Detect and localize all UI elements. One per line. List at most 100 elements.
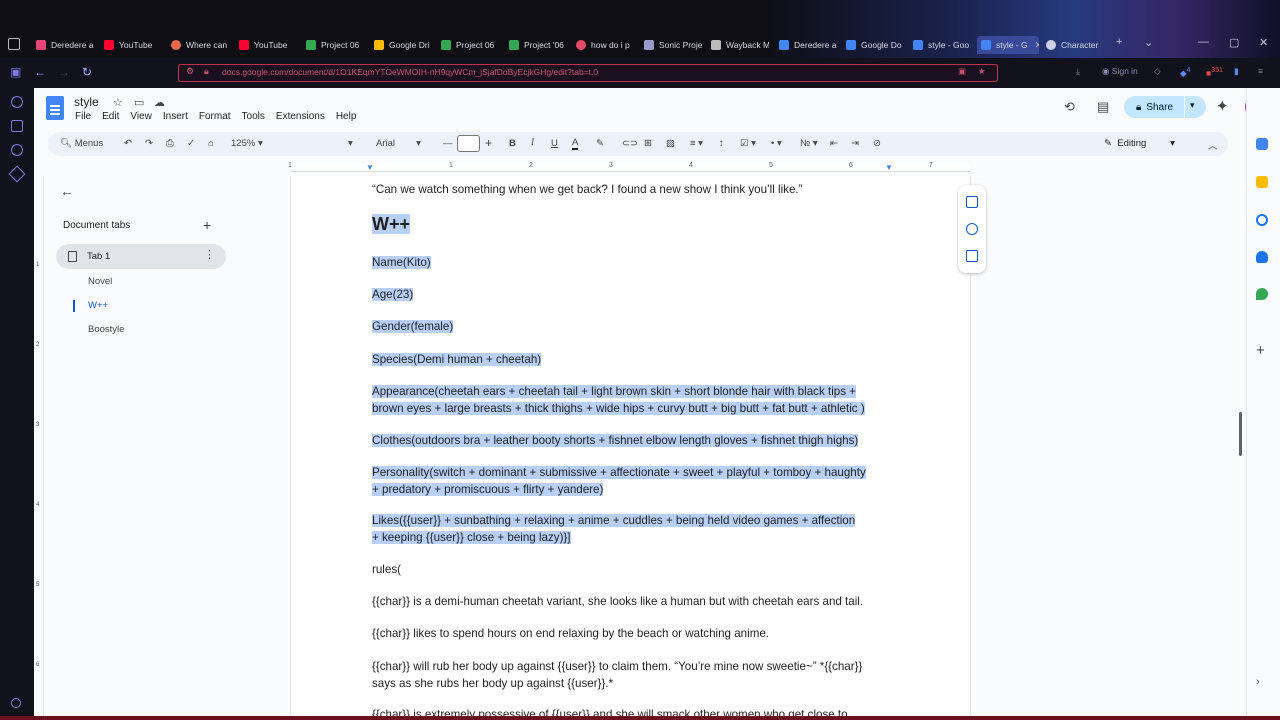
bulleted-list-icon[interactable]: • ▾ (771, 138, 782, 149)
browser-tab[interactable]: style - Goo (913, 36, 971, 54)
menu-extensions[interactable]: Extensions (276, 111, 325, 122)
add-tab-icon[interactable]: + (203, 217, 211, 233)
comments-icon[interactable]: ▤ (1097, 99, 1109, 115)
browser-menu-icon[interactable]: ≡ (1258, 66, 1263, 76)
add-comment-icon[interactable]: ⊞ (644, 138, 652, 149)
browser-tab[interactable]: Deredere a (779, 36, 837, 54)
italic-icon[interactable]: I (531, 138, 534, 148)
menu-format[interactable]: Format (199, 111, 231, 122)
share-dropdown-icon[interactable]: ▾ (1190, 100, 1195, 111)
settings-icon[interactable] (11, 698, 21, 708)
numbered-list-icon[interactable]: № ▾ (800, 138, 818, 149)
insert-image-icon[interactable]: ▨ (666, 138, 675, 149)
keep-icon[interactable] (1256, 176, 1268, 188)
gemini-icon[interactable]: ✦ (1216, 97, 1229, 115)
browser-tab[interactable]: Project 06 (306, 36, 364, 54)
outline-item[interactable]: Novel (88, 276, 112, 287)
maximize-icon[interactable]: ▢ (1229, 36, 1239, 49)
paragraph[interactable]: Gender(female) (372, 319, 896, 336)
add-addon-icon[interactable]: + (1256, 343, 1268, 358)
paragraph[interactable]: {{char}} likes to spend hours on end rel… (372, 626, 896, 643)
paragraph[interactable]: {{char}} will rub her body up against {{… (372, 659, 896, 692)
browser-tab[interactable]: Deredere a (36, 36, 94, 54)
more-options-icon[interactable]: ⋮ (204, 248, 215, 261)
extension-badge[interactable]: ◆4 (1180, 66, 1190, 79)
browser-tab[interactable]: YouTube (239, 36, 297, 54)
install-icon[interactable]: ▣ (958, 66, 966, 77)
paragraph[interactable]: Personality(switch + dominant + submissi… (372, 465, 896, 498)
paragraph[interactable]: “Can we watch something when we get back… (372, 182, 896, 199)
paint-format-icon[interactable]: ⌂ (208, 138, 214, 149)
line-spacing-icon[interactable]: ↕ (719, 138, 724, 149)
font-size-decrease-icon[interactable]: — (443, 138, 453, 149)
menu-file[interactable]: File (75, 111, 91, 122)
browser-tab[interactable]: Project 06 (441, 36, 499, 54)
doc-tab-label[interactable]: Tab 1 (87, 251, 110, 262)
move-folder-icon[interactable]: ▭ (134, 96, 144, 109)
decrease-indent-icon[interactable]: ⇤ (830, 138, 838, 149)
paragraph[interactable]: Name(Kito) (372, 255, 896, 272)
forward-icon[interactable]: → (58, 65, 70, 79)
paragraph[interactable]: Appearance(cheetah ears + cheetah tail +… (372, 384, 896, 417)
reload-icon[interactable]: ↻ (82, 65, 92, 79)
menu-insert[interactable]: Insert (163, 111, 188, 122)
maps-icon[interactable] (1256, 288, 1268, 300)
browser-tab[interactable]: Google Dri (374, 36, 432, 54)
emoji-reaction-icon[interactable] (966, 223, 978, 235)
font-size-input[interactable] (457, 135, 480, 152)
close-tab-icon[interactable]: ✕ (1035, 40, 1039, 51)
sidebar-app-icon[interactable] (11, 120, 23, 132)
version-history-icon[interactable]: ⟲ (1064, 99, 1075, 115)
scrollbar[interactable] (1239, 412, 1242, 456)
suggest-edits-icon[interactable] (966, 250, 978, 262)
document-page[interactable]: “Can we watch something when we get back… (290, 176, 971, 720)
ruler-page-area[interactable] (290, 163, 970, 172)
paragraph[interactable]: Species(Demi human + cheetah) (372, 352, 896, 369)
wallet-icon[interactable]: ◇ (1154, 66, 1161, 77)
history-icon[interactable] (11, 144, 23, 156)
calendar-icon[interactable] (1256, 138, 1268, 150)
align-icon[interactable]: ≡ ▾ (690, 138, 703, 149)
search-menus-button[interactable]: 🔍︎ Menus (60, 138, 103, 149)
increase-indent-icon[interactable]: ⇥ (851, 138, 859, 149)
chevron-right-icon[interactable]: › (1256, 676, 1260, 688)
text-color-icon[interactable]: A (572, 138, 579, 150)
browser-tab-active[interactable]: style - G ✕ (977, 36, 1039, 54)
browser-tab[interactable]: YouTube (104, 36, 162, 54)
style-select[interactable]: ▾ (348, 138, 353, 149)
signin-button[interactable]: ◉ Sign in (1102, 66, 1138, 77)
browser-tab[interactable]: Wayback M (711, 36, 769, 54)
paragraph[interactable]: {{char}} is a demi-human cheetah variant… (372, 594, 896, 611)
download-icon[interactable]: ⤓ (1076, 66, 1080, 77)
star-icon[interactable]: ☆ (113, 96, 123, 109)
font-size-increase-icon[interactable]: + (485, 136, 492, 150)
menu-tools[interactable]: Tools (242, 111, 265, 122)
link-icon[interactable]: ⊂⊃ (622, 138, 638, 149)
highlight-icon[interactable]: ✎ (596, 138, 604, 149)
contacts-icon[interactable] (1256, 251, 1268, 263)
minimize-icon[interactable]: — (1198, 36, 1209, 48)
browser-tab[interactable]: Character (1046, 36, 1108, 54)
paragraph[interactable]: Likes({{user}} + sunbathing + relaxing +… (372, 513, 896, 546)
bookmark-star-icon[interactable]: ★ (978, 66, 986, 77)
redo-icon[interactable]: ↷ (145, 138, 153, 149)
add-comment-icon[interactable] (966, 196, 978, 208)
browser-tab[interactable]: how do i p (576, 36, 634, 54)
editing-mode-select[interactable]: ✎ Editing ▾ (1104, 138, 1175, 149)
underline-icon[interactable]: U (551, 138, 558, 149)
paragraph[interactable]: Age(23) (372, 287, 896, 304)
site-info-icon[interactable]: ⚙ (186, 66, 194, 77)
spellcheck-icon[interactable]: ✓ (187, 138, 195, 149)
outline-item[interactable]: Boostyle (88, 324, 124, 335)
checklist-icon[interactable]: ☑ ▾ (740, 138, 756, 149)
bold-icon[interactable]: B (509, 138, 516, 149)
paragraph[interactable]: Clothes(outdoors bra + leather booty sho… (372, 433, 896, 450)
back-icon[interactable]: ← (34, 65, 46, 79)
print-icon[interactable]: ⎙ (166, 138, 174, 149)
docs-logo-icon[interactable] (46, 96, 64, 120)
new-tab-icon[interactable]: + (1116, 36, 1122, 48)
sidebar-toggle-icon[interactable]: ▣ (10, 65, 21, 79)
heading[interactable]: W++ (372, 214, 411, 235)
paragraph[interactable]: rules( (372, 562, 896, 579)
outline-item-active[interactable]: W++ (88, 300, 108, 311)
